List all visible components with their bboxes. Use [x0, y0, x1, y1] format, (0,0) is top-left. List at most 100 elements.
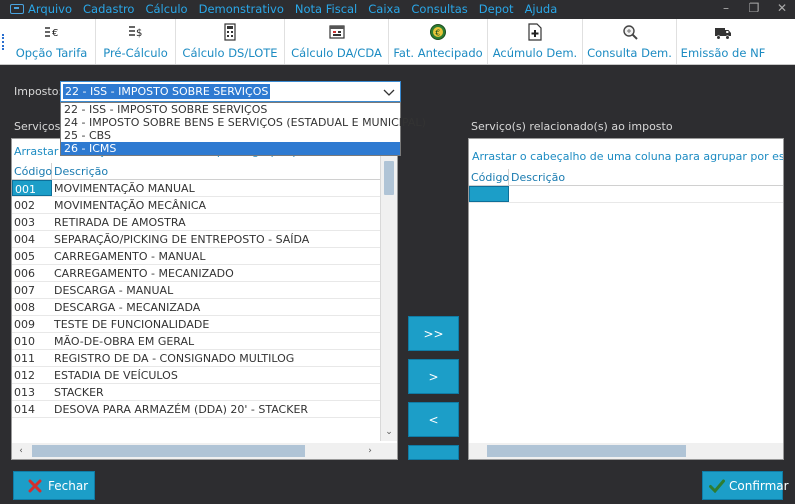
imposto-option[interactable]: 22 - ISS - IMPOSTO SOBRE SERVIÇOS [61, 103, 400, 116]
table-row[interactable]: 005 CARREGAMENTO - MANUAL [12, 248, 380, 265]
calc-window-icon [328, 23, 346, 41]
descricao-cell: TESTE DE FUNCIONALIDADE [54, 317, 210, 331]
calculo-da-cda-button[interactable]: Cálculo DA/CDA [285, 19, 389, 64]
table-row[interactable]: 001 MOVIMENTAÇÃO MANUAL [12, 180, 380, 197]
opcao-tarifa-button[interactable]: € Opção Tarifa [8, 19, 96, 64]
toolbar-label: Emissão de NF [680, 46, 766, 60]
toolbar-grip[interactable] [0, 19, 8, 64]
horizontal-scrollbar[interactable] [469, 443, 783, 459]
chevron-down-icon[interactable] [382, 85, 396, 99]
scroll-down-icon[interactable]: ⌄ [382, 425, 396, 439]
table-row[interactable]: 009 TESTE DE FUNCIONALIDADE [12, 316, 380, 333]
toolbar-label: Pré-Cálculo [103, 46, 168, 60]
consulta-dem-button[interactable]: Consulta Dem. [583, 19, 677, 64]
descricao-cell: DESOVA PARA ARMAZÉM (DDA) 20' - STACKER [54, 402, 309, 416]
descricao-cell: ESTADIA DE VEÍCULOS [54, 368, 178, 382]
svg-text:€: € [435, 28, 440, 37]
acumulo-dem-button[interactable]: Acúmulo Dem. [488, 19, 583, 64]
pre-calculo-button[interactable]: $ Pré-Cálculo [96, 19, 176, 64]
group-hint: Arrastar o cabeçalho de uma coluna para … [472, 150, 783, 163]
column-header-codigo[interactable]: Código [469, 169, 509, 185]
tariff-icon: € [43, 23, 61, 41]
toolbar-label: Cálculo DA/CDA [291, 46, 382, 60]
table-row[interactable]: 002 MOVIMENTAÇÃO MECÂNICA [12, 197, 380, 214]
table-row[interactable]: 014 DESOVA PARA ARMAZÉM (DDA) 20' - STACK… [12, 401, 380, 418]
remove-button[interactable]: < [408, 402, 459, 437]
descricao-cell: DESCARGA - MECANIZADA [54, 300, 201, 314]
imposto-selected-value: 22 - ISS - IMPOSTO SOBRE SERVIÇOS [63, 84, 271, 99]
scroll-thumb[interactable] [487, 445, 686, 457]
svg-text:$: $ [136, 28, 142, 39]
toolbar-label: Fat. Antecipado [393, 46, 483, 60]
descricao-cell: MOVIMENTAÇÃO MANUAL [54, 181, 195, 195]
descricao-cell: MÃO-DE-OBRA EM GERAL [54, 334, 195, 348]
servicos-panel-title: Serviços [14, 120, 61, 133]
scroll-thumb[interactable] [384, 161, 394, 195]
app-icon [10, 4, 24, 14]
table-row[interactable]: 013 STACKER [12, 384, 380, 401]
table-row[interactable]: 007 DESCARGA - MANUAL [12, 282, 380, 299]
close-window-icon[interactable]: ✕ [775, 1, 789, 15]
menu-ajuda[interactable]: Ajuda [525, 2, 558, 16]
pre-calc-icon: $ [127, 23, 145, 41]
add-all-button[interactable]: >> [408, 316, 459, 351]
fat-antecipado-button[interactable]: € Fat. Antecipado [389, 19, 488, 64]
imposto-option-highlighted[interactable]: 26 - ICMS [61, 142, 400, 155]
remove-all-button[interactable] [408, 445, 459, 460]
add-button[interactable]: > [408, 359, 459, 394]
codigo-cell: 006 [14, 267, 35, 280]
imposto-option[interactable]: 24 - IMPOSTO SOBRE BENS E SERVIÇOS (ESTA… [61, 116, 426, 129]
imposto-label: Imposto: [14, 85, 63, 98]
menu-cadastro[interactable]: Cadastro [83, 2, 134, 16]
table-row[interactable] [469, 186, 783, 203]
scroll-left-icon[interactable]: ‹ [14, 444, 28, 458]
toolbar: € Opção Tarifa $ Pré-Cálculo Cálculo DS/… [0, 19, 795, 65]
menu-consultas[interactable]: Consultas [411, 2, 467, 16]
coin-icon: € [429, 23, 447, 41]
toolbar-label: Consulta Dem. [587, 46, 672, 60]
table-row[interactable]: 012 ESTADIA DE VEÍCULOS [12, 367, 380, 384]
menu-caixa[interactable]: Caixa [368, 2, 400, 16]
menu-nota-fiscal[interactable]: Nota Fiscal [295, 2, 357, 16]
column-header-descricao[interactable]: Descrição [52, 163, 108, 180]
codigo-cell: 003 [14, 216, 35, 229]
fechar-button[interactable]: Fechar [13, 471, 95, 500]
truck-icon [714, 23, 732, 41]
scroll-right-icon[interactable]: › [363, 444, 377, 458]
calculo-ds-lote-button[interactable]: Cálculo DS/LOTE [176, 19, 285, 64]
menu-calculo[interactable]: Cálculo [145, 2, 187, 16]
menu-arquivo[interactable]: Arquivo [28, 2, 72, 16]
table-row[interactable]: 008 DESCARGA - MECANIZADA [12, 299, 380, 316]
scroll-thumb[interactable] [32, 445, 305, 457]
descricao-cell: CARREGAMENTO - MECANIZADO [54, 266, 234, 280]
imposto-option[interactable]: 25 - CBS [61, 129, 400, 142]
emissao-nf-button[interactable]: Emissão de NF [677, 19, 769, 64]
table-row[interactable]: 003 RETIRADA DE AMOSTRA [12, 214, 380, 231]
main-area: Imposto: 22 - ISS - IMPOSTO SOBRE SERVIÇ… [0, 66, 795, 504]
codigo-cell: 011 [14, 352, 35, 365]
svg-text:€: € [52, 28, 58, 39]
table-row[interactable]: 010 MÃO-DE-OBRA EM GERAL [12, 333, 380, 350]
toolbar-label: Cálculo DS/LOTE [182, 46, 278, 60]
vertical-scrollbar[interactable]: ⌄ [380, 139, 397, 441]
menu-depot[interactable]: Depot [479, 2, 514, 16]
restore-icon[interactable]: ❐ [747, 1, 761, 15]
table-row[interactable]: 011 REGISTRO DE DA - CONSIGNADO MULTILOG [12, 350, 380, 367]
descricao-cell: STACKER [54, 385, 104, 399]
imposto-select[interactable]: 22 - ISS - IMPOSTO SOBRE SERVIÇOS [60, 81, 401, 102]
table-row[interactable]: 004 SEPARAÇÃO/PICKING DE ENTREPOSTO - SAÍ… [12, 231, 380, 248]
column-header-descricao[interactable]: Descrição [509, 169, 565, 186]
toolbar-label: Acúmulo Dem. [492, 46, 578, 60]
minimize-icon[interactable]: – [719, 1, 733, 15]
column-header-codigo[interactable]: Código [12, 163, 52, 179]
codigo-cell: 007 [14, 284, 35, 297]
fechar-label: Fechar [48, 478, 89, 493]
toolbar-label: Opção Tarifa [15, 46, 88, 60]
confirmar-button[interactable]: Confirmar [702, 471, 789, 500]
grid-header: Código Descrição [469, 169, 783, 186]
table-row[interactable]: 006 CARREGAMENTO - MECANIZADO [12, 265, 380, 282]
close-x-icon [28, 479, 42, 493]
horizontal-scrollbar[interactable]: ‹ › [12, 443, 397, 459]
consult-icon [621, 23, 639, 41]
menu-demonstrativo[interactable]: Demonstrativo [199, 2, 284, 16]
